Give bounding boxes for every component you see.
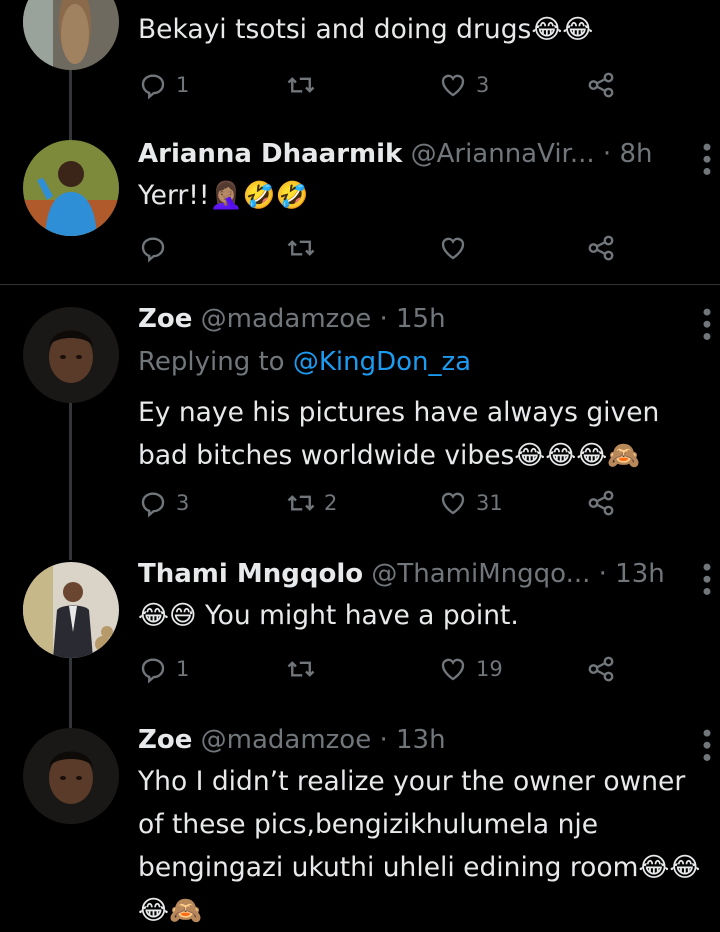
tweet-actions: 3 2 31 [138,485,618,521]
like-button[interactable] [438,230,476,266]
tweet-header: Zoe @madamzoe · 15h [138,303,446,335]
heart-icon [441,237,465,260]
more-icon[interactable]: ••• [692,726,720,762]
display-name[interactable]: Zoe [138,304,192,334]
handle[interactable]: @madamzoe [201,304,372,334]
retweet-button[interactable] [286,651,324,687]
display-name[interactable]: Zoe [138,725,192,755]
tweet-4[interactable]: Zoe @madamzoe · 13h ••• Yho I didn’t rea… [0,720,720,931]
reply-button[interactable]: 1 [138,651,189,687]
heart-icon [441,658,465,681]
avatar[interactable] [23,140,119,236]
retweet-button[interactable] [286,230,324,266]
reply-button[interactable] [138,230,176,266]
like-count: 31 [476,491,503,515]
retweet-icon [287,661,315,677]
avatar[interactable] [23,562,119,658]
tweet-3[interactable]: Thami Mngqolo @ThamiMngqo... · 13h ••• 😂… [0,540,720,720]
reply-icon [141,658,165,684]
reply-icon [141,74,165,100]
like-button[interactable]: 31 [438,485,503,521]
tweet-text: Ey naye his pictures have always given b… [138,397,660,471]
more-icon[interactable]: ••• [692,140,720,176]
timestamp[interactable]: · 8h [603,139,653,169]
timestamp[interactable]: · 13h [599,559,665,589]
share-icon [588,235,614,261]
timestamp[interactable]: · 15h [379,304,445,334]
retweet-count: 2 [324,491,338,515]
share-icon [588,72,614,98]
tweet-header: Zoe @madamzoe · 13h [138,724,446,756]
reply-button[interactable]: 1 [138,67,189,103]
tweet-header: Thami Mngqolo @ThamiMngqo... · 13h [138,558,665,590]
timestamp[interactable]: · 13h [379,725,445,755]
tweet-text: Yerr!!🤦🏽‍♀️🤣🤣 [138,180,309,211]
retweet-icon [287,240,315,256]
like-count: 19 [476,657,503,681]
reply-icon [141,492,165,518]
reply-button[interactable]: 3 [138,485,189,521]
tweet-header: Arianna Dhaarmik @AriannaVir... · 8h [138,138,652,170]
tweet-1[interactable]: Arianna Dhaarmik @AriannaVir... · 8h •••… [0,110,720,285]
heart-icon [441,74,465,97]
replying-to-label: Replying to [138,347,285,377]
display-name[interactable]: Thami Mngqolo [138,559,363,589]
replying-to-handle[interactable]: @KingDon_za [293,347,471,377]
share-icon [588,490,614,516]
display-name[interactable]: Arianna Dhaarmik [138,139,402,169]
reply-count: 1 [176,73,190,97]
more-icon[interactable]: ••• [692,560,720,596]
more-icon[interactable]: ••• [692,305,720,341]
handle[interactable]: @AriannaVir... [411,139,595,169]
handle[interactable]: @ThamiMngqo... [371,559,590,589]
avatar[interactable] [23,0,119,70]
tweet-actions: 1 19 [138,651,618,687]
tweet-actions [138,230,618,266]
like-button[interactable]: 3 [438,67,489,103]
tweet-text: 😂😅 You might have a point. [138,600,519,631]
heart-icon [441,492,465,515]
retweet-button[interactable]: 2 [286,485,337,521]
tweet-2[interactable]: Zoe @madamzoe · 15h ••• Replying to @Kin… [0,285,720,540]
share-icon [588,656,614,682]
like-button[interactable]: 19 [438,651,503,687]
avatar[interactable] [23,307,119,403]
share-button[interactable] [586,230,616,266]
tweet-actions: 1 3 [138,67,618,103]
share-button[interactable] [586,67,616,103]
tweet-text: Yho I didn’t realize your the owner owne… [138,766,701,926]
reply-count: 1 [176,657,190,681]
retweet-icon [287,77,315,93]
reply-icon [141,237,165,263]
like-count: 3 [476,73,490,97]
tweet-0[interactable]: Bekayi tsotsi and doing drugs😂😂 1 3 [0,0,720,110]
tweet-text: Bekayi tsotsi and doing drugs😂😂 [138,14,594,45]
replying-to: Replying to @KingDon_za [138,346,471,378]
retweet-button[interactable] [286,67,324,103]
reply-count: 3 [176,491,190,515]
handle[interactable]: @madamzoe [201,725,372,755]
avatar[interactable] [23,728,119,824]
share-button[interactable] [586,651,616,687]
share-button[interactable] [586,485,616,521]
retweet-icon [287,495,315,511]
